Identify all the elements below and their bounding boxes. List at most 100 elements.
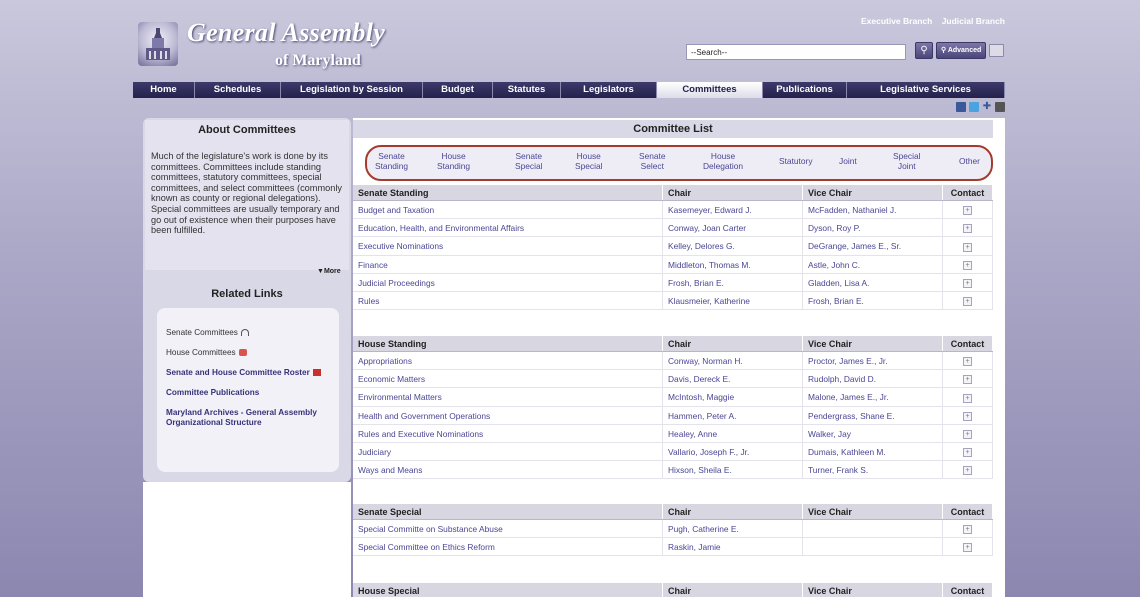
building-icon[interactable] [995, 102, 1005, 112]
contact-expand-icon[interactable]: + [963, 224, 972, 234]
vice-chair-name-link[interactable]: Proctor, James E., Jr. [803, 352, 943, 370]
committee-name-link[interactable]: Special Committee on Ethics Reform [353, 538, 663, 556]
twitter-icon[interactable] [969, 102, 979, 112]
chair-name-link[interactable]: Conway, Joan Carter [663, 219, 803, 237]
vice-chair-name-link[interactable]: Malone, James E., Jr. [803, 388, 943, 406]
vice-chair-name-link[interactable]: DeGrange, James E., Sr. [803, 237, 943, 255]
filter-other[interactable]: Other [959, 156, 980, 167]
contact-expand-icon[interactable]: + [963, 242, 972, 252]
contact-expand-icon[interactable]: + [963, 260, 972, 270]
facebook-icon[interactable] [956, 102, 966, 112]
committee-name-link[interactable]: Environmental Matters [353, 388, 663, 406]
contact-expand-icon[interactable]: + [963, 411, 972, 421]
committee-name-link[interactable]: Economic Matters [353, 370, 663, 388]
committee-name-link[interactable]: Finance [353, 255, 663, 273]
committee-name-link[interactable]: Judiciary [353, 442, 663, 461]
share-icon[interactable]: ✚ [982, 102, 992, 112]
committee-name-link[interactable]: Rules [353, 291, 663, 310]
committee-name-link[interactable]: Executive Nominations [353, 237, 663, 255]
table-header: House Special Chair Vice Chair Contact [353, 583, 993, 597]
committee-name-link[interactable]: Education, Health, and Environmental Aff… [353, 219, 663, 237]
committee-roster-link[interactable]: Senate and House Committee Roster [166, 368, 336, 378]
filter-joint[interactable]: Joint [839, 156, 857, 167]
nav-legislative-services[interactable]: Legislative Services [847, 82, 1005, 98]
filter-special-joint[interactable]: Special Joint [893, 151, 920, 171]
contact-expand-icon[interactable]: + [963, 448, 972, 458]
contact-expand-icon[interactable]: + [963, 393, 972, 403]
advanced-search-button[interactable]: ⚲ Advanced [936, 42, 986, 59]
chair-name-link[interactable]: Middleton, Thomas M. [663, 255, 803, 273]
chair-name-link[interactable]: Raskin, Jamie [663, 538, 803, 556]
chair-name-link[interactable]: Healey, Anne [663, 424, 803, 442]
committee-name-link[interactable]: Ways and Means [353, 461, 663, 479]
contact-expand-icon[interactable]: + [963, 279, 972, 289]
chair-name-link[interactable]: Conway, Norman H. [663, 352, 803, 370]
contact-expand-icon[interactable]: + [963, 430, 972, 440]
chair-name-link[interactable]: McIntosh, Maggie [663, 388, 803, 406]
state-house-logo-icon[interactable] [138, 22, 178, 66]
vice-chair-name-link[interactable]: Turner, Frank S. [803, 461, 943, 479]
chair-name-link[interactable]: Vallario, Joseph F., Jr. [663, 442, 803, 461]
vice-chair-name-link[interactable]: Pendergrass, Shane E. [803, 406, 943, 424]
nav-publications[interactable]: Publications [763, 82, 847, 98]
chair-name-link[interactable]: Frosh, Brian E. [663, 273, 803, 291]
vice-chair-name-link[interactable]: Rudolph, David D. [803, 370, 943, 388]
filter-statutory[interactable]: Statutory [779, 156, 813, 167]
vice-chair-name-link[interactable] [803, 520, 943, 538]
chair-name-link[interactable]: Kelley, Delores G. [663, 237, 803, 255]
vice-chair-name-link[interactable]: McFadden, Nathaniel J. [803, 201, 943, 219]
vice-chair-name-link[interactable]: Frosh, Brian E. [803, 291, 943, 310]
committee-name-link[interactable]: Health and Government Operations [353, 406, 663, 424]
vice-chair-name-link[interactable]: Dyson, Roy P. [803, 219, 943, 237]
chair-name-link[interactable]: Kasemeyer, Edward J. [663, 201, 803, 219]
contact-expand-icon[interactable]: + [963, 525, 972, 535]
filter-house-delegation[interactable]: House Delegation [703, 151, 743, 171]
committee-name-link[interactable]: Special Committe on Substance Abuse [353, 520, 663, 538]
filter-house-special[interactable]: House Special [575, 151, 602, 171]
committee-name-link[interactable]: Rules and Executive Nominations [353, 424, 663, 442]
vice-chair-name-link[interactable]: Walker, Jay [803, 424, 943, 442]
vice-chair-name-link[interactable] [803, 538, 943, 556]
contact-expand-icon[interactable]: + [963, 466, 972, 476]
committee-name-link[interactable]: Budget and Taxation [353, 201, 663, 219]
chair-name-link[interactable]: Pugh, Catherine E. [663, 520, 803, 538]
nav-home[interactable]: Home [133, 82, 195, 98]
search-button[interactable]: ⚲ [915, 42, 933, 59]
print-icon[interactable] [989, 44, 1004, 57]
committee-publications-link[interactable]: Committee Publications [166, 388, 336, 398]
committee-name-link[interactable]: Judicial Proceedings [353, 273, 663, 291]
nav-legislators[interactable]: Legislators [561, 82, 657, 98]
table-row: Special Committe on Substance Abuse Pugh,… [353, 520, 993, 539]
vice-chair-name-link[interactable]: Dumais, Kathleen M. [803, 442, 943, 461]
filter-senate-select[interactable]: Senate Select [639, 151, 666, 171]
nav-committees[interactable]: Committees [657, 82, 763, 98]
chair-name-link[interactable]: Hammen, Peter A. [663, 406, 803, 424]
filter-senate-standing[interactable]: Senate Standing [375, 151, 408, 171]
executive-branch-link[interactable]: Executive Branch [861, 16, 932, 26]
more-link[interactable]: ▼More [317, 268, 341, 275]
committee-name-link[interactable]: Appropriations [353, 352, 663, 370]
search-input[interactable]: --Search-- [686, 44, 906, 60]
nav-schedules[interactable]: Schedules [195, 82, 281, 98]
site-title[interactable]: General Assembly [187, 18, 385, 48]
table-header: Senate Special Chair Vice Chair Contact [353, 504, 993, 520]
chair-name-link[interactable]: Klausmeier, Katherine [663, 291, 803, 310]
chair-name-link[interactable]: Hixson, Sheila E. [663, 461, 803, 479]
contact-expand-icon[interactable]: + [963, 297, 972, 307]
chair-name-link[interactable]: Davis, Dereck E. [663, 370, 803, 388]
senate-committees-link[interactable]: Senate Committees [166, 328, 336, 338]
house-committees-link[interactable]: House Committees [166, 348, 336, 358]
filter-house-standing[interactable]: House Standing [437, 151, 470, 171]
filter-senate-special[interactable]: Senate Special [515, 151, 542, 171]
contact-expand-icon[interactable]: + [963, 357, 972, 367]
contact-expand-icon[interactable]: + [963, 206, 972, 216]
nav-legislation-by-session[interactable]: Legislation by Session [281, 82, 423, 98]
vice-chair-name-link[interactable]: Astle, John C. [803, 255, 943, 273]
maryland-archives-link[interactable]: Maryland Archives - General Assembly Org… [166, 408, 336, 428]
nav-budget[interactable]: Budget [423, 82, 493, 98]
nav-statutes[interactable]: Statutes [493, 82, 561, 98]
vice-chair-name-link[interactable]: Gladden, Lisa A. [803, 273, 943, 291]
contact-expand-icon[interactable]: + [963, 543, 972, 553]
judicial-branch-link[interactable]: Judicial Branch [942, 16, 1005, 26]
contact-expand-icon[interactable]: + [963, 375, 972, 385]
